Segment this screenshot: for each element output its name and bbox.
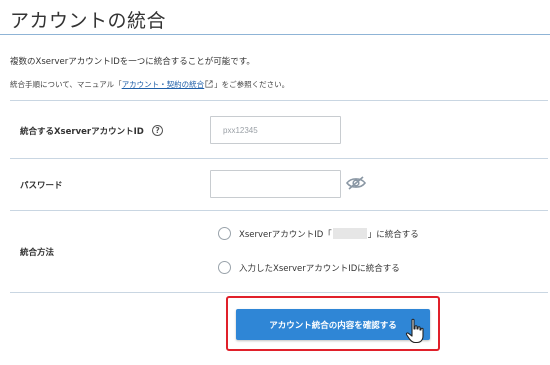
merge-method-label: 統合方法 <box>20 248 55 258</box>
question-circle-icon[interactable]: ? <box>152 125 163 136</box>
radio-button[interactable] <box>218 227 231 240</box>
manual-reference: 統合手順について、マニュアル「アカウント・契約の統合 」をご参照ください。 <box>10 79 289 90</box>
title-divider <box>0 34 550 35</box>
manual-link[interactable]: アカウント・契約の統合 <box>122 80 205 89</box>
merge-option-existing-label: XserverアカウントID「 」に統合する <box>239 228 419 240</box>
merge-option-entered-label: 入力したXserverアカウントIDに統合する <box>239 263 400 274</box>
account-id-input[interactable] <box>210 116 341 144</box>
account-merge-page: アカウントの統合 複数のXserverアカウントIDを一つに統合することが可能で… <box>0 0 550 365</box>
masked-account-id <box>332 228 367 239</box>
page-title: アカウントの統合 <box>10 10 167 32</box>
row-divider <box>10 210 548 211</box>
external-link-icon[interactable] <box>205 80 213 88</box>
account-id-label: 統合するXserverアカウントID <box>20 127 144 137</box>
password-input[interactable] <box>210 170 341 198</box>
merge-option-existing[interactable]: XserverアカウントID「 」に統合する <box>218 227 419 240</box>
row-divider <box>10 292 548 293</box>
radio-button[interactable] <box>218 261 231 274</box>
manual-prefix: 統合手順について、マニュアル「 <box>10 80 122 89</box>
eye-slash-icon[interactable] <box>345 175 367 191</box>
password-label: パスワード <box>20 181 63 191</box>
manual-suffix: 」をご参照ください。 <box>214 80 290 89</box>
confirm-merge-button[interactable]: アカウント統合の内容を確認する <box>236 309 430 340</box>
row-divider <box>10 158 548 159</box>
section-divider <box>10 100 548 101</box>
intro-text: 複数のXserverアカウントIDを一つに統合することが可能です。 <box>10 57 255 67</box>
pointer-cursor-icon <box>405 318 424 344</box>
merge-option-entered[interactable]: 入力したXserverアカウントIDに統合する <box>218 261 400 274</box>
